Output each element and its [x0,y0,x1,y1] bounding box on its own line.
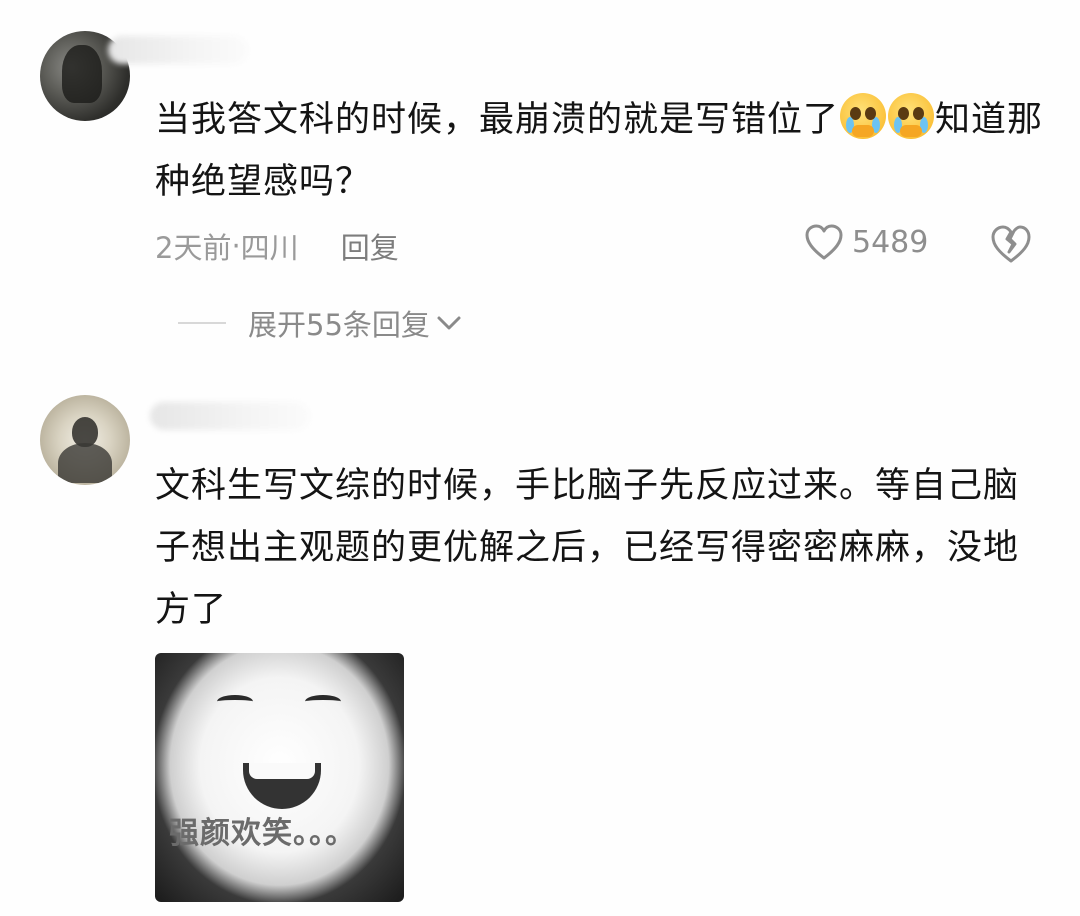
chevron-down-icon [437,316,461,330]
avatar-figure [62,45,102,103]
broken-heart-icon [991,225,1031,263]
comment-text: 当我答文科的时候，最崩溃的就是写错位了 知道那种绝望感吗？ [155,89,1045,213]
like-count: 5489 [852,224,929,260]
meme-mouth [243,763,321,809]
meta-separator: · [231,229,241,263]
comment-meta: 2天前 · 四川 回复 [155,225,399,267]
like-button[interactable]: 5489 [804,223,928,261]
comment-image-meme[interactable]: 强颜欢笑。。。 [155,653,404,902]
meme-eye-right [305,695,341,708]
comment-location: 四川 [240,231,299,265]
crying-face-emoji-icon [840,93,887,139]
comment-text-part1: 当我答文科的时候，最崩溃的就是写错位了 [155,100,840,140]
comment-text: 文科生写文综的时候，手比脑子先反应过来。等自己脑子想出主观题的更优解之后，已经写… [155,466,1020,630]
meme-caption: 强颜欢笑。。。 [169,816,356,851]
reply-button[interactable]: 回复 [341,225,399,267]
avatar-figure-body [58,443,112,483]
meme-eye-left [217,695,253,708]
expand-replies-label: 展开55条回复 [248,308,430,342]
avatar[interactable] [40,395,130,485]
username-blurred[interactable] [108,36,248,64]
dislike-button[interactable] [990,224,1032,268]
username-blurred[interactable] [150,402,310,430]
heart-outline-icon [805,224,843,260]
expand-replies-button[interactable]: 展开55条回复 [178,302,462,344]
crying-face-emoji-icon [888,93,935,139]
expand-divider [178,322,226,324]
comment-time: 2天前 [155,231,232,265]
